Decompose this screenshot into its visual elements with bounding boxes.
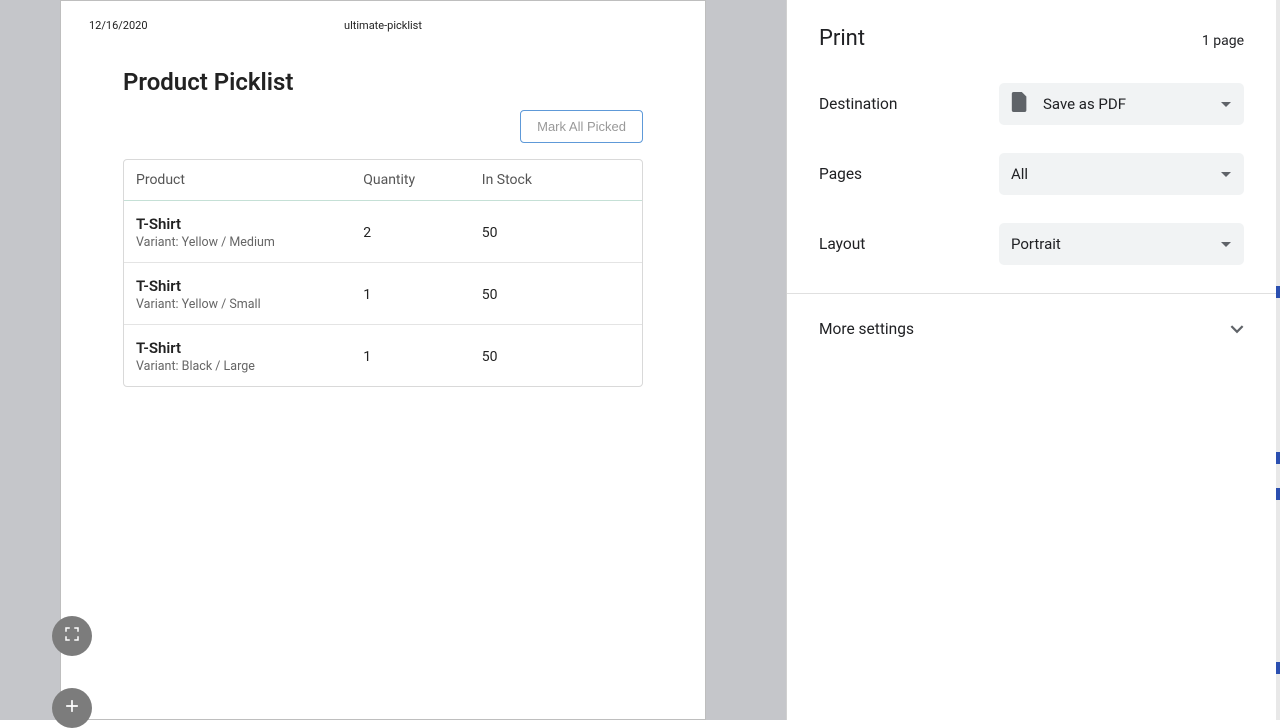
layout-select[interactable]: Portrait	[999, 223, 1244, 265]
more-settings-label: More settings	[819, 320, 914, 338]
table-row: T-Shirt Variant: Yellow / Medium 2 50	[124, 201, 642, 263]
cell-quantity: 2	[363, 225, 482, 241]
col-header-product: Product	[136, 172, 363, 188]
more-settings-toggle[interactable]: More settings	[819, 314, 1244, 344]
chevron-down-icon	[1220, 95, 1232, 113]
fullscreen-button[interactable]	[52, 616, 92, 656]
col-header-instock: In Stock	[482, 172, 630, 188]
pdf-file-icon	[1011, 92, 1029, 116]
product-variant: Variant: Yellow / Medium	[136, 235, 363, 250]
destination-label: Destination	[819, 95, 999, 113]
print-preview-area: 12/16/2020 ultimate-picklist Product Pic…	[0, 0, 787, 720]
chevron-down-icon	[1220, 165, 1232, 183]
cell-quantity: 1	[363, 349, 482, 365]
table-row: T-Shirt Variant: Yellow / Small 1 50	[124, 263, 642, 325]
destination-value: Save as PDF	[1043, 95, 1126, 113]
divider	[787, 293, 1276, 294]
product-name: T-Shirt	[136, 215, 363, 233]
print-settings-panel: Print 1 page Destination Save as PDF Pag…	[787, 0, 1280, 720]
page-date: 12/16/2020	[89, 19, 148, 32]
print-title: Print	[819, 26, 865, 51]
preview-page: 12/16/2020 ultimate-picklist Product Pic…	[60, 0, 706, 720]
page-count: 1 page	[1202, 33, 1244, 49]
add-button[interactable]	[52, 688, 92, 728]
page-source-name: ultimate-picklist	[344, 19, 422, 32]
chevron-down-icon	[1220, 235, 1232, 253]
table-header: Product Quantity In Stock	[124, 160, 642, 201]
cell-instock: 50	[482, 349, 630, 365]
plus-icon	[62, 696, 82, 720]
layout-value: Portrait	[1011, 235, 1061, 253]
pages-select[interactable]: All	[999, 153, 1244, 195]
col-header-quantity: Quantity	[363, 172, 482, 188]
layout-label: Layout	[819, 235, 999, 253]
product-name: T-Shirt	[136, 339, 363, 357]
pages-value: All	[1011, 165, 1028, 183]
product-name: T-Shirt	[136, 277, 363, 295]
fullscreen-icon	[63, 625, 81, 647]
cell-instock: 50	[482, 287, 630, 303]
cell-instock: 50	[482, 225, 630, 241]
scrollbar-edge	[1276, 0, 1280, 720]
page-header: 12/16/2020 ultimate-picklist	[89, 19, 677, 32]
page-title: Product Picklist	[123, 68, 643, 96]
destination-select[interactable]: Save as PDF	[999, 83, 1244, 125]
pages-label: Pages	[819, 165, 999, 183]
table-row: T-Shirt Variant: Black / Large 1 50	[124, 325, 642, 386]
product-variant: Variant: Yellow / Small	[136, 297, 363, 312]
chevron-down-icon	[1230, 320, 1244, 338]
product-variant: Variant: Black / Large	[136, 359, 363, 374]
cell-quantity: 1	[363, 287, 482, 303]
mark-all-picked-button[interactable]: Mark All Picked	[520, 110, 643, 143]
picklist-table: Product Quantity In Stock T-Shirt Varian…	[123, 159, 643, 387]
